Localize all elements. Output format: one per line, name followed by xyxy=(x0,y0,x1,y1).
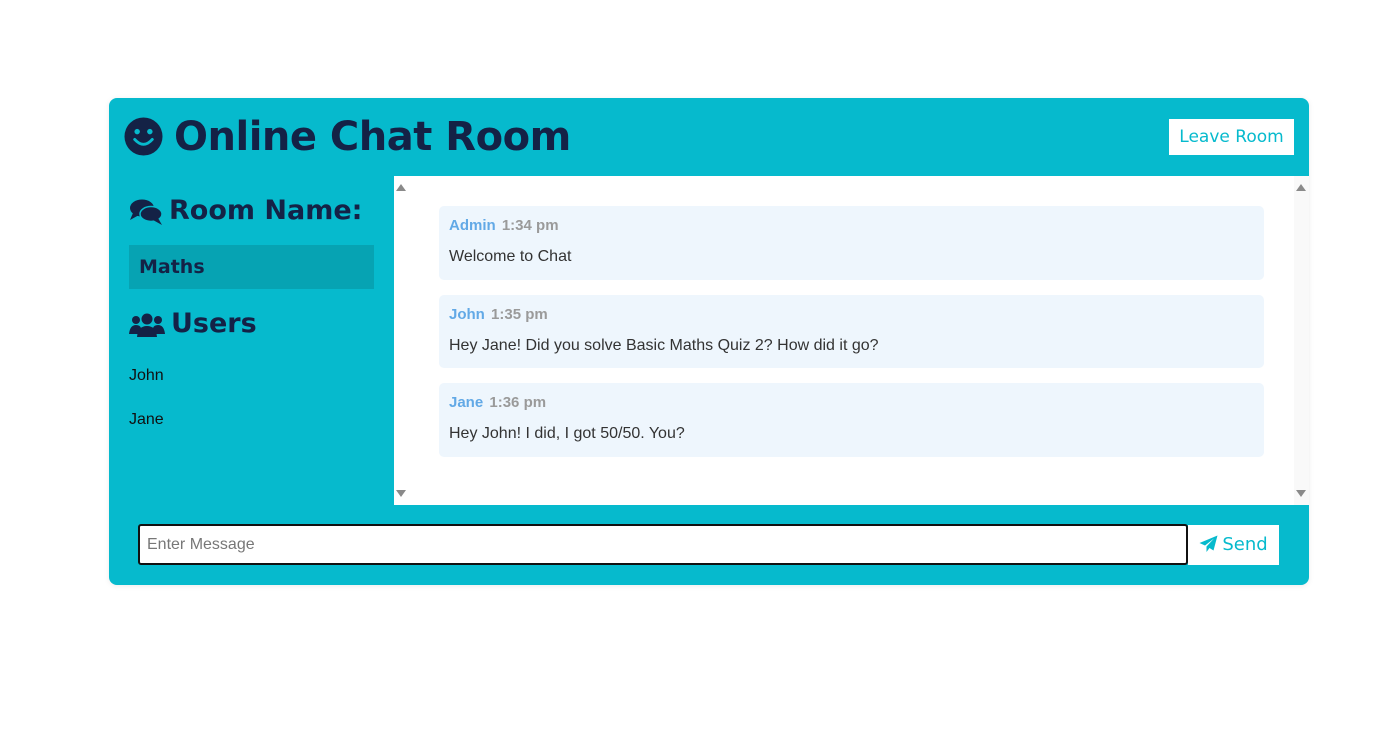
message-meta: Jane 1:36 pm xyxy=(449,393,1254,413)
message-author: John xyxy=(449,306,485,323)
message-author: Admin xyxy=(449,217,496,234)
message-text: Hey John! I did, I got 50/50. You? xyxy=(449,425,685,442)
users-heading: Users xyxy=(129,307,257,341)
message-author: Jane xyxy=(449,394,484,411)
room-name: Maths xyxy=(129,245,374,289)
user-item: Jane xyxy=(129,411,164,428)
user-item: John xyxy=(129,367,164,384)
message: Jane 1:36 pm Hey John! I did, I got 50/5… xyxy=(439,383,1264,457)
users-heading-label: Users xyxy=(171,308,257,339)
message-text: Welcome to Chat xyxy=(449,248,572,265)
user-list: John Jane xyxy=(129,364,164,452)
scroll-down-arrow-icon[interactable] xyxy=(1296,490,1306,497)
chat-header: Online Chat Room Leave Room xyxy=(109,98,1309,176)
message-meta: Admin 1:34 pm xyxy=(449,216,1254,236)
message-time: 1:34 pm xyxy=(501,217,559,234)
scroll-up-arrow-icon[interactable] xyxy=(1296,184,1306,191)
scrollbar-left[interactable] xyxy=(394,176,409,505)
app-title: Online Chat Room xyxy=(174,114,571,160)
scrollbar-right[interactable] xyxy=(1294,176,1309,505)
message-text: Hey Jane! Did you solve Basic Maths Quiz… xyxy=(449,337,879,354)
comments-icon xyxy=(130,199,163,225)
chat-container: Online Chat Room Leave Room Room Name: M… xyxy=(109,98,1309,585)
message-meta: John 1:35 pm xyxy=(449,305,1254,325)
message-time: 1:35 pm xyxy=(491,306,548,323)
leave-room-button[interactable]: Leave Room xyxy=(1169,119,1294,155)
chat-messages[interactable]: Admin 1:34 pm Welcome to Chat John 1:35 … xyxy=(394,176,1309,505)
smile-icon xyxy=(124,117,163,156)
paper-plane-icon xyxy=(1199,535,1218,552)
message-input[interactable] xyxy=(138,524,1188,565)
scroll-up-arrow-icon[interactable] xyxy=(396,184,406,191)
scroll-down-arrow-icon[interactable] xyxy=(396,490,406,497)
message-time: 1:36 pm xyxy=(489,394,547,411)
message: Admin 1:34 pm Welcome to Chat xyxy=(439,206,1264,280)
send-button[interactable]: Send xyxy=(1188,525,1279,565)
room-name-heading-label: Room Name: xyxy=(169,195,363,226)
chat-footer: Send xyxy=(109,505,1309,585)
sidebar: Room Name: Maths Users John Jane xyxy=(109,176,394,505)
users-icon xyxy=(129,313,165,337)
message: John 1:35 pm Hey Jane! Did you solve Bas… xyxy=(439,295,1264,368)
room-name-heading: Room Name: xyxy=(129,194,362,228)
send-button-label: Send xyxy=(1222,534,1268,555)
